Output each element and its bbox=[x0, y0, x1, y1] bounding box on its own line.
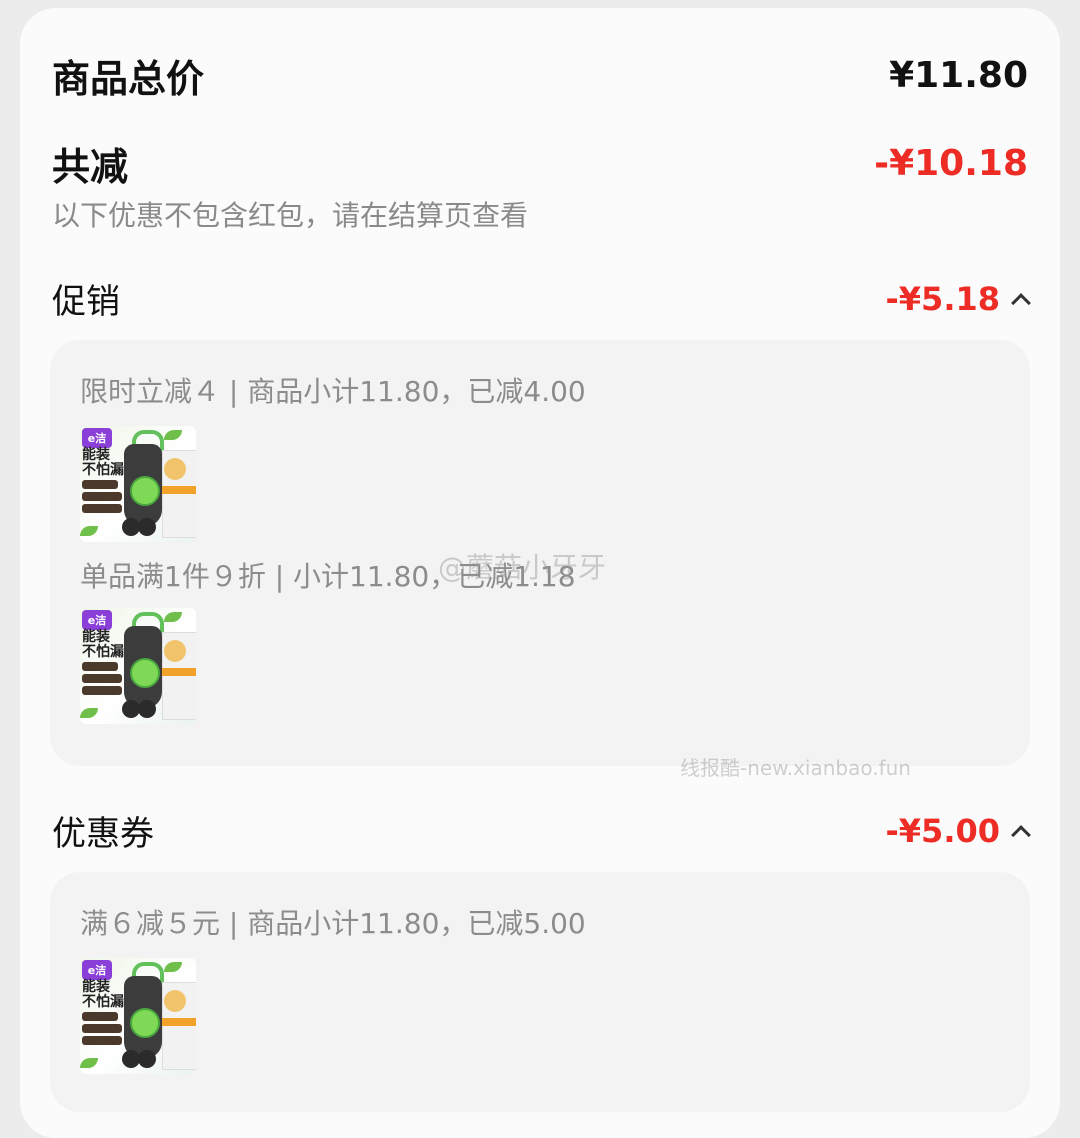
tag-graphic bbox=[82, 662, 118, 671]
coupon-item-text: 满６减５元 | 商品小计11.80，已减5.00 bbox=[80, 907, 586, 940]
promotion-label: 促销 bbox=[52, 282, 120, 322]
roll-graphic bbox=[138, 1050, 156, 1068]
promotion-header[interactable]: 促销 -¥5.18 bbox=[52, 274, 1031, 323]
tag-graphic bbox=[82, 492, 122, 501]
roll-ring-graphic bbox=[130, 476, 160, 506]
tag-graphic bbox=[82, 674, 122, 683]
brand-badge: e洁 bbox=[82, 428, 112, 448]
tag-graphic bbox=[82, 686, 122, 695]
discount-label: 共减 bbox=[52, 145, 129, 189]
coupon-label: 优惠券 bbox=[52, 814, 154, 854]
tag-graphic bbox=[82, 1024, 122, 1033]
leaf-graphic bbox=[80, 1058, 98, 1068]
leaf-graphic bbox=[164, 962, 182, 972]
label-strip-graphic bbox=[162, 1018, 196, 1026]
roll-ring-graphic bbox=[130, 658, 160, 688]
total-value: ¥11.80 bbox=[889, 55, 1028, 96]
stamp-graphic bbox=[164, 458, 186, 480]
tag-graphic bbox=[82, 1012, 118, 1021]
promotion-item-text: 限时立减４ | 商品小计11.80，已减4.00 bbox=[80, 375, 586, 408]
tag-graphic bbox=[82, 480, 118, 489]
stamp-graphic bbox=[164, 640, 186, 662]
roll-graphic bbox=[138, 518, 156, 536]
leaf-graphic bbox=[80, 708, 98, 718]
promotion-panel: 限时立减４ | 商品小计11.80，已减4.00 e洁 能装 不怕漏 单品满1件９… bbox=[50, 340, 1030, 766]
roll-graphic bbox=[138, 700, 156, 718]
label-strip-graphic bbox=[162, 668, 196, 676]
promotion-amount: -¥5.18 bbox=[885, 279, 1001, 318]
discount-note: 以下优惠不包含红包，请在结算页查看 bbox=[52, 199, 529, 232]
coupon-amount-wrap: -¥5.00 bbox=[885, 811, 1031, 850]
coupon-panel: 满６减５元 | 商品小计11.80，已减5.00 e洁 能装 不怕漏 bbox=[50, 872, 1030, 1112]
total-label: 商品总价 bbox=[52, 57, 205, 101]
product-thumbnail[interactable]: e洁 能装 不怕漏 bbox=[80, 426, 196, 542]
product-headline: 能装 不怕漏 bbox=[82, 979, 124, 1010]
coupon-amount: -¥5.00 bbox=[885, 811, 1001, 850]
total-row: 商品总价 ¥11.80 bbox=[52, 48, 1028, 103]
brand-badge: e洁 bbox=[82, 960, 112, 980]
product-headline: 能装 不怕漏 bbox=[82, 447, 124, 478]
promotion-item-text: 单品满1件９折 | 小计11.80，已减1.18 bbox=[80, 560, 576, 593]
label-strip-graphic bbox=[162, 486, 196, 494]
discount-value: -¥10.18 bbox=[874, 143, 1028, 184]
roll-ring-graphic bbox=[130, 1008, 160, 1038]
tag-graphic bbox=[82, 1036, 122, 1045]
stamp-graphic bbox=[164, 990, 186, 1012]
chevron-up-icon[interactable] bbox=[1011, 824, 1031, 845]
coupon-header[interactable]: 优惠券 -¥5.00 bbox=[52, 806, 1031, 855]
product-headline: 能装 不怕漏 bbox=[82, 629, 124, 660]
tag-graphic bbox=[82, 504, 122, 513]
chevron-up-icon[interactable] bbox=[1011, 292, 1031, 313]
promotion-amount-wrap: -¥5.18 bbox=[885, 279, 1031, 318]
discount-row: 共减 -¥10.18 bbox=[52, 136, 1028, 191]
leaf-graphic bbox=[164, 612, 182, 622]
leaf-graphic bbox=[80, 526, 98, 536]
leaf-graphic bbox=[164, 430, 182, 440]
product-thumbnail[interactable]: e洁 能装 不怕漏 bbox=[80, 958, 196, 1074]
brand-badge: e洁 bbox=[82, 610, 112, 630]
product-thumbnail[interactable]: e洁 能装 不怕漏 bbox=[80, 608, 196, 724]
